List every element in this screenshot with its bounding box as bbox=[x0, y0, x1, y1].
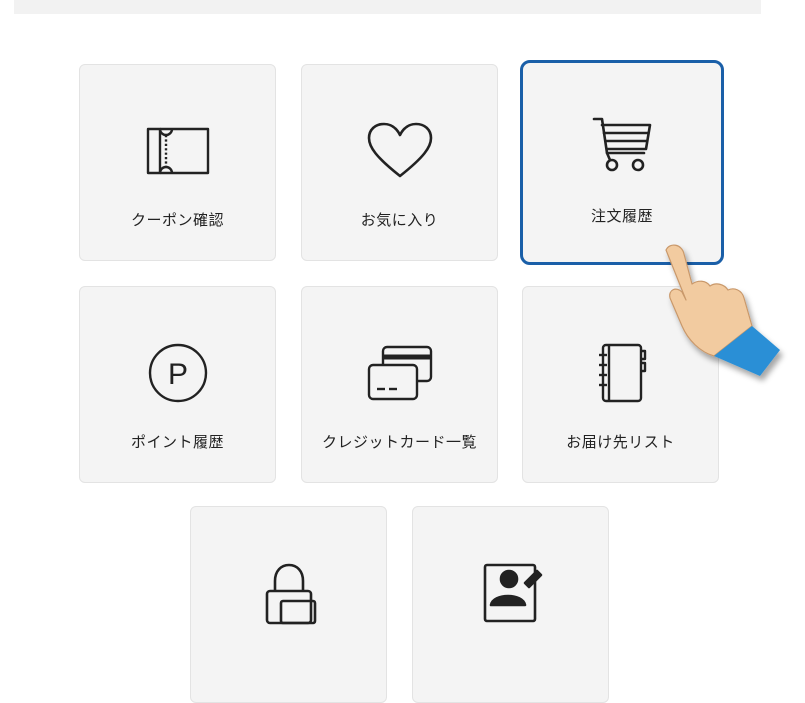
point-icon: P bbox=[143, 341, 213, 405]
point-symbol: P bbox=[167, 358, 187, 391]
profile-edit-icon bbox=[476, 561, 546, 625]
address-book-icon bbox=[586, 341, 656, 405]
security-tile[interactable] bbox=[190, 506, 387, 703]
cart-icon bbox=[587, 115, 657, 179]
point-history-label: ポイント履歴 bbox=[130, 433, 224, 451]
order-history-tile[interactable]: 注文履歴 bbox=[520, 60, 724, 265]
heart-icon bbox=[365, 119, 435, 183]
coupon-label: クーポン確認 bbox=[130, 211, 224, 229]
credit-card-list-tile[interactable]: クレジットカード一覧 bbox=[301, 286, 498, 483]
favorites-tile[interactable]: お気に入り bbox=[301, 64, 498, 261]
address-list-tile[interactable]: お届け先リスト bbox=[522, 286, 719, 483]
favorites-label: お気に入り bbox=[360, 211, 439, 229]
lock-icon bbox=[254, 561, 324, 625]
point-history-tile[interactable]: P ポイント履歴 bbox=[79, 286, 276, 483]
address-list-label: お届け先リスト bbox=[566, 433, 675, 451]
credit-card-icon bbox=[365, 341, 435, 405]
coupon-tile[interactable]: クーポン確認 bbox=[79, 64, 276, 261]
top-bar bbox=[14, 0, 761, 14]
credit-card-list-label: クレジットカード一覧 bbox=[321, 433, 477, 451]
order-history-label: 注文履歴 bbox=[590, 207, 653, 225]
profile-edit-tile[interactable] bbox=[412, 506, 609, 703]
coupon-icon bbox=[143, 119, 213, 183]
